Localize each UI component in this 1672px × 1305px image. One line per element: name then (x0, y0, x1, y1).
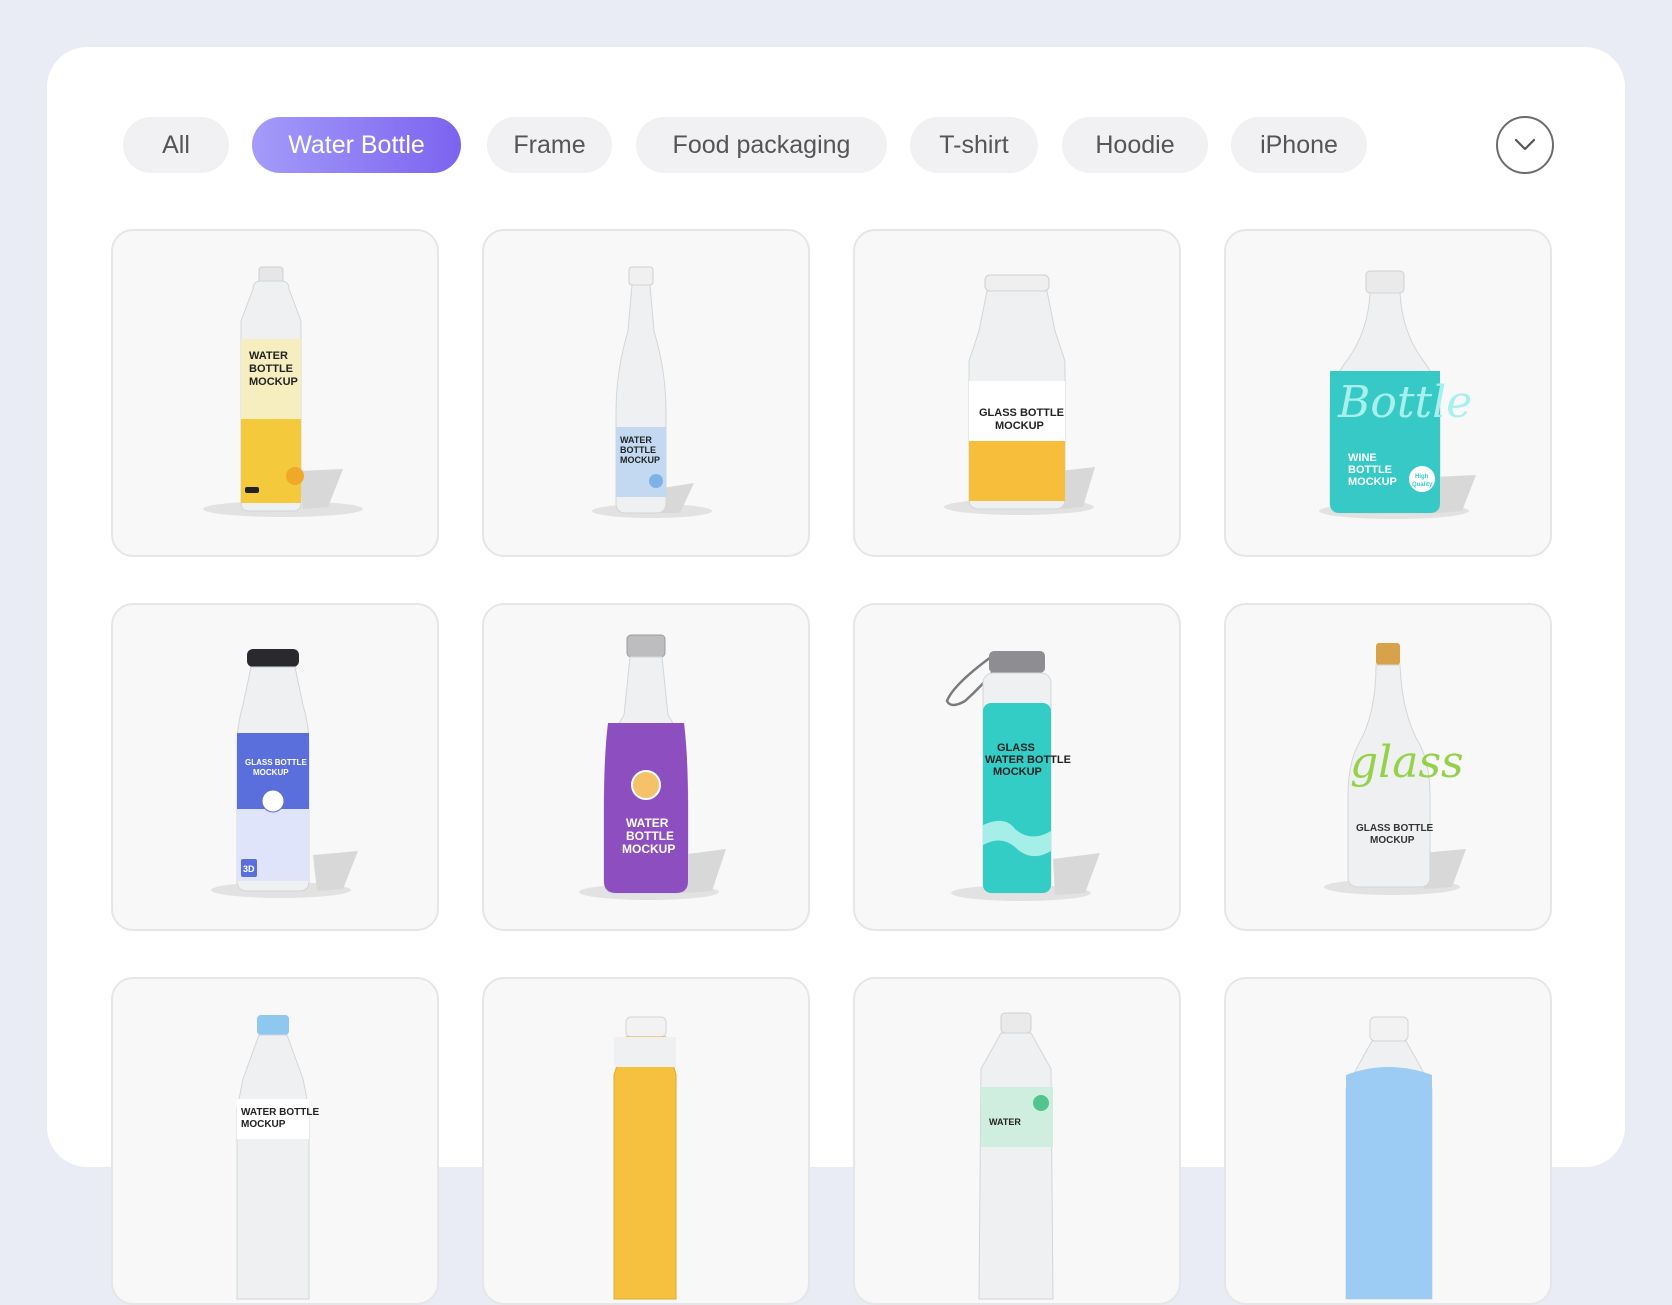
mockup-card-green-label-water-bottle[interactable]: WATER (853, 977, 1181, 1305)
svg-text:Quality: Quality (1412, 482, 1433, 488)
mockup-card-glass-bottle-blue-label[interactable]: GLASS BOTTLE MOCKUP 3D (111, 603, 439, 931)
svg-text:GLASS BOTTLE: GLASS BOTTLE (1356, 823, 1434, 834)
bottle-mockup-image: GLASS WATER BOTTLE MOCKUP (945, 651, 1100, 901)
mockup-gallery-panel: All Water Bottle Frame Food packaging T-… (47, 47, 1625, 1305)
mockup-card-light-blue-bottle[interactable] (1224, 977, 1552, 1305)
bottle-mockup-image: WATER BOTTLE MOCKUP (203, 266, 363, 517)
svg-text:MOCKUP: MOCKUP (622, 842, 675, 856)
svg-text:High: High (1415, 474, 1429, 480)
bottle-mockup-image: GLASS BOTTLE MOCKUP 3D (211, 649, 358, 898)
filter-chip-food-packaging[interactable]: Food packaging (636, 117, 887, 173)
filter-chip-frame[interactable]: Frame (487, 117, 612, 173)
filter-chip-t-shirt[interactable]: T-shirt (910, 117, 1038, 173)
svg-text:WATER: WATER (989, 1117, 1021, 1127)
mockup-card-teal-water-bottle-strap[interactable]: GLASS WATER BOTTLE MOCKUP (853, 603, 1181, 931)
mockup-card-water-bottle-blue-cap[interactable]: WATER BOTTLE MOCKUP (111, 977, 439, 1305)
svg-text:GLASS BOTTLE: GLASS BOTTLE (245, 758, 307, 767)
mockup-card-glass-bottle-cork[interactable]: glass GLASS BOTTLE MOCKUP (1224, 603, 1552, 931)
mockup-card-purple-water-bottle[interactable]: WATER BOTTLE MOCKUP (482, 603, 810, 931)
svg-text:MOCKUP: MOCKUP (995, 420, 1044, 432)
svg-text:WATER BOTTLE: WATER BOTTLE (985, 754, 1071, 766)
svg-text:MOCKUP: MOCKUP (249, 376, 298, 388)
svg-text:MOCKUP: MOCKUP (993, 766, 1042, 778)
bottle-mockup-image: WATER BOTTLE MOCKUP (236, 1015, 319, 1300)
more-categories-button[interactable] (1496, 116, 1554, 174)
svg-text:MOCKUP: MOCKUP (253, 768, 289, 777)
bottle-mockup-image (1345, 1016, 1433, 1300)
svg-text:WATER: WATER (620, 435, 652, 445)
svg-text:MOCKUP: MOCKUP (241, 1119, 286, 1130)
svg-text:WATER BOTTLE: WATER BOTTLE (241, 1107, 319, 1118)
svg-text:BOTTLE: BOTTLE (626, 829, 674, 843)
svg-text:BOTTLE: BOTTLE (1348, 464, 1392, 476)
svg-text:WINE: WINE (1348, 452, 1377, 464)
bottle-mockup-image (613, 1016, 677, 1300)
mockup-card-wine-bottle-teal[interactable]: Bottle WINE BOTTLE MOCKUP High Quality (1224, 229, 1552, 557)
svg-text:glass: glass (1350, 737, 1464, 788)
bottle-mockup-image: WATER BOTTLE MOCKUP (592, 266, 712, 518)
filter-chip-all[interactable]: All (123, 117, 229, 173)
bottle-mockup-image: WATER BOTTLE MOCKUP (579, 634, 726, 900)
mockup-card-slim-glass-bottle[interactable]: WATER BOTTLE MOCKUP (482, 229, 810, 557)
mockup-card-water-bottle-yellow[interactable]: WATER BOTTLE MOCKUP (111, 229, 439, 557)
filter-chip-iphone[interactable]: iPhone (1231, 117, 1367, 173)
mockup-card-orange-juice-bottle[interactable] (482, 977, 810, 1305)
svg-text:WATER: WATER (626, 816, 669, 830)
mockup-card-juice-glass-bottle[interactable]: GLASS BOTTLE MOCKUP (853, 229, 1181, 557)
bottle-mockup-image: GLASS BOTTLE MOCKUP (944, 274, 1095, 515)
bottle-mockup-image: Bottle WINE BOTTLE MOCKUP High Quality (1319, 270, 1476, 519)
svg-text:WATER: WATER (249, 350, 288, 362)
bottle-mockup-image: WATER (978, 1012, 1054, 1300)
svg-text:MOCKUP: MOCKUP (1348, 476, 1397, 488)
svg-text:MOCKUP: MOCKUP (620, 455, 660, 465)
svg-text:GLASS BOTTLE: GLASS BOTTLE (979, 407, 1064, 419)
category-filter-bar: All Water Bottle Frame Food packaging T-… (123, 117, 1555, 173)
bottle-mockup-image: glass GLASS BOTTLE MOCKUP (1324, 643, 1466, 895)
svg-text:3D: 3D (243, 864, 255, 874)
filter-chip-water-bottle[interactable]: Water Bottle (252, 117, 461, 173)
svg-text:MOCKUP: MOCKUP (1370, 835, 1415, 846)
svg-text:BOTTLE: BOTTLE (249, 363, 293, 375)
filter-chip-hoodie[interactable]: Hoodie (1062, 117, 1208, 173)
svg-text:GLASS: GLASS (997, 742, 1035, 754)
svg-text:BOTTLE: BOTTLE (620, 445, 656, 455)
svg-text:Bottle: Bottle (1337, 377, 1472, 428)
chevron-down-icon (1514, 138, 1536, 151)
